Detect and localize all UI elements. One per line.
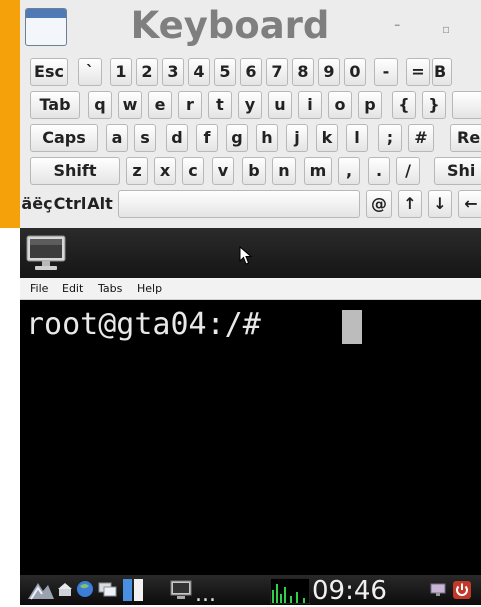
key-return[interactable]: Re bbox=[450, 124, 481, 152]
key-shift-left[interactable]: Shift bbox=[30, 157, 120, 185]
monitor-icon bbox=[26, 235, 66, 270]
key-n[interactable]: n bbox=[272, 157, 296, 185]
key-comma[interactable]: , bbox=[338, 157, 360, 185]
key-0[interactable]: 0 bbox=[344, 58, 366, 86]
terminal-task-icon[interactable] bbox=[170, 580, 192, 600]
key-6[interactable]: 6 bbox=[240, 58, 262, 86]
window-icon bbox=[25, 8, 67, 46]
key-z[interactable]: z bbox=[126, 157, 148, 185]
desktop-pager-icon[interactable] bbox=[122, 578, 144, 602]
keyboard-title: Keyboard bbox=[130, 4, 330, 47]
key-e[interactable]: e bbox=[148, 91, 172, 119]
key-backtick[interactable]: ` bbox=[78, 58, 102, 86]
key-2[interactable]: 2 bbox=[136, 58, 158, 86]
key-c[interactable]: c bbox=[182, 157, 204, 185]
key-hash[interactable]: # bbox=[408, 124, 434, 152]
key-f[interactable]: f bbox=[196, 124, 218, 152]
shell-prompt: root@gta04:/# bbox=[26, 307, 279, 342]
clock[interactable]: 09:46 bbox=[312, 575, 387, 607]
menu-help[interactable]: Help bbox=[137, 281, 162, 296]
key-caps[interactable]: Caps bbox=[30, 124, 98, 152]
key-shift-right[interactable]: Shi bbox=[434, 157, 481, 185]
key-space[interactable] bbox=[118, 190, 360, 218]
key-1[interactable]: 1 bbox=[110, 58, 132, 86]
key-arrow-up[interactable]: ↑ bbox=[398, 190, 422, 218]
key-at[interactable]: @ bbox=[366, 190, 392, 218]
terminal-titlebar[interactable] bbox=[20, 228, 481, 278]
key-9[interactable]: 9 bbox=[318, 58, 340, 86]
menu-tabs[interactable]: Tabs bbox=[98, 281, 122, 296]
key-accents[interactable]: äëç bbox=[20, 190, 54, 218]
key-open-brace[interactable]: { bbox=[392, 91, 416, 119]
network-icon[interactable] bbox=[430, 582, 446, 598]
key-h[interactable]: h bbox=[256, 124, 278, 152]
key-a[interactable]: a bbox=[106, 124, 128, 152]
minimize-icon[interactable]: - bbox=[394, 15, 401, 35]
key-period[interactable]: . bbox=[368, 157, 390, 185]
terminal-console[interactable]: root@gta04:/# bbox=[20, 300, 481, 575]
key-esc[interactable]: Esc bbox=[30, 58, 68, 86]
key-ctrl[interactable]: Ctrl bbox=[52, 190, 88, 218]
key-equals[interactable]: = bbox=[406, 58, 430, 86]
key-arrow-left[interactable]: ← bbox=[458, 190, 481, 218]
key-v[interactable]: v bbox=[212, 157, 234, 185]
key-4[interactable]: 4 bbox=[188, 58, 210, 86]
key-slash[interactable]: / bbox=[396, 157, 420, 185]
terminal-window: File Edit Tabs Help root@gta04:/# ... 09… bbox=[20, 228, 481, 607]
key-b[interactable]: b bbox=[242, 157, 266, 185]
key-minus[interactable]: - bbox=[374, 58, 398, 86]
key-enter-top[interactable] bbox=[452, 91, 481, 119]
power-icon[interactable] bbox=[452, 580, 472, 600]
key-tab[interactable]: Tab bbox=[30, 91, 80, 119]
key-i[interactable]: i bbox=[298, 91, 322, 119]
key-d[interactable]: d bbox=[166, 124, 188, 152]
key-s[interactable]: s bbox=[134, 124, 156, 152]
keyboard-titlebar[interactable]: Keyboard - ▫ bbox=[20, 0, 481, 54]
task-overflow[interactable]: ... bbox=[195, 584, 216, 606]
key-g[interactable]: g bbox=[226, 124, 248, 152]
key-m[interactable]: m bbox=[304, 157, 332, 185]
key-p[interactable]: p bbox=[358, 91, 382, 119]
key-u[interactable]: u bbox=[268, 91, 292, 119]
key-x[interactable]: x bbox=[154, 157, 176, 185]
key-j[interactable]: j bbox=[286, 124, 308, 152]
home-icon[interactable] bbox=[58, 583, 72, 597]
browser-globe-icon[interactable] bbox=[76, 580, 94, 598]
text-cursor bbox=[342, 310, 362, 344]
key-w[interactable]: w bbox=[118, 91, 142, 119]
menu-file[interactable]: File bbox=[30, 281, 48, 296]
key-t[interactable]: t bbox=[208, 91, 232, 119]
key-arrow-down[interactable]: ↓ bbox=[428, 190, 452, 218]
key-k[interactable]: k bbox=[316, 124, 338, 152]
mouse-pointer-icon bbox=[239, 246, 253, 265]
key-o[interactable]: o bbox=[328, 91, 352, 119]
maximize-icon[interactable]: ▫ bbox=[442, 19, 450, 39]
key-y[interactable]: y bbox=[238, 91, 262, 119]
orange-side-accent bbox=[0, 0, 20, 228]
start-menu-icon[interactable] bbox=[26, 579, 56, 601]
key-5[interactable]: 5 bbox=[214, 58, 236, 86]
key-l[interactable]: l bbox=[346, 124, 368, 152]
key-3[interactable]: 3 bbox=[162, 58, 184, 86]
key-close-brace[interactable]: } bbox=[422, 91, 446, 119]
cpu-monitor-icon bbox=[270, 578, 310, 604]
key-backspace[interactable]: B bbox=[432, 58, 452, 86]
key-q[interactable]: q bbox=[88, 91, 112, 119]
terminal-menubar: File Edit Tabs Help bbox=[20, 278, 481, 300]
key-alt[interactable]: Alt bbox=[84, 190, 116, 218]
windows-switcher-icon[interactable] bbox=[98, 582, 118, 598]
keyboard-window: Keyboard - ▫ Esc ` 1 2 3 4 5 6 7 8 9 0 -… bbox=[20, 0, 481, 228]
key-8[interactable]: 8 bbox=[292, 58, 314, 86]
key-semicolon[interactable]: ; bbox=[378, 124, 402, 152]
key-7[interactable]: 7 bbox=[266, 58, 288, 86]
menu-edit[interactable]: Edit bbox=[62, 281, 83, 296]
taskbar: ... 09:46 bbox=[20, 575, 481, 607]
key-r[interactable]: r bbox=[178, 91, 202, 119]
